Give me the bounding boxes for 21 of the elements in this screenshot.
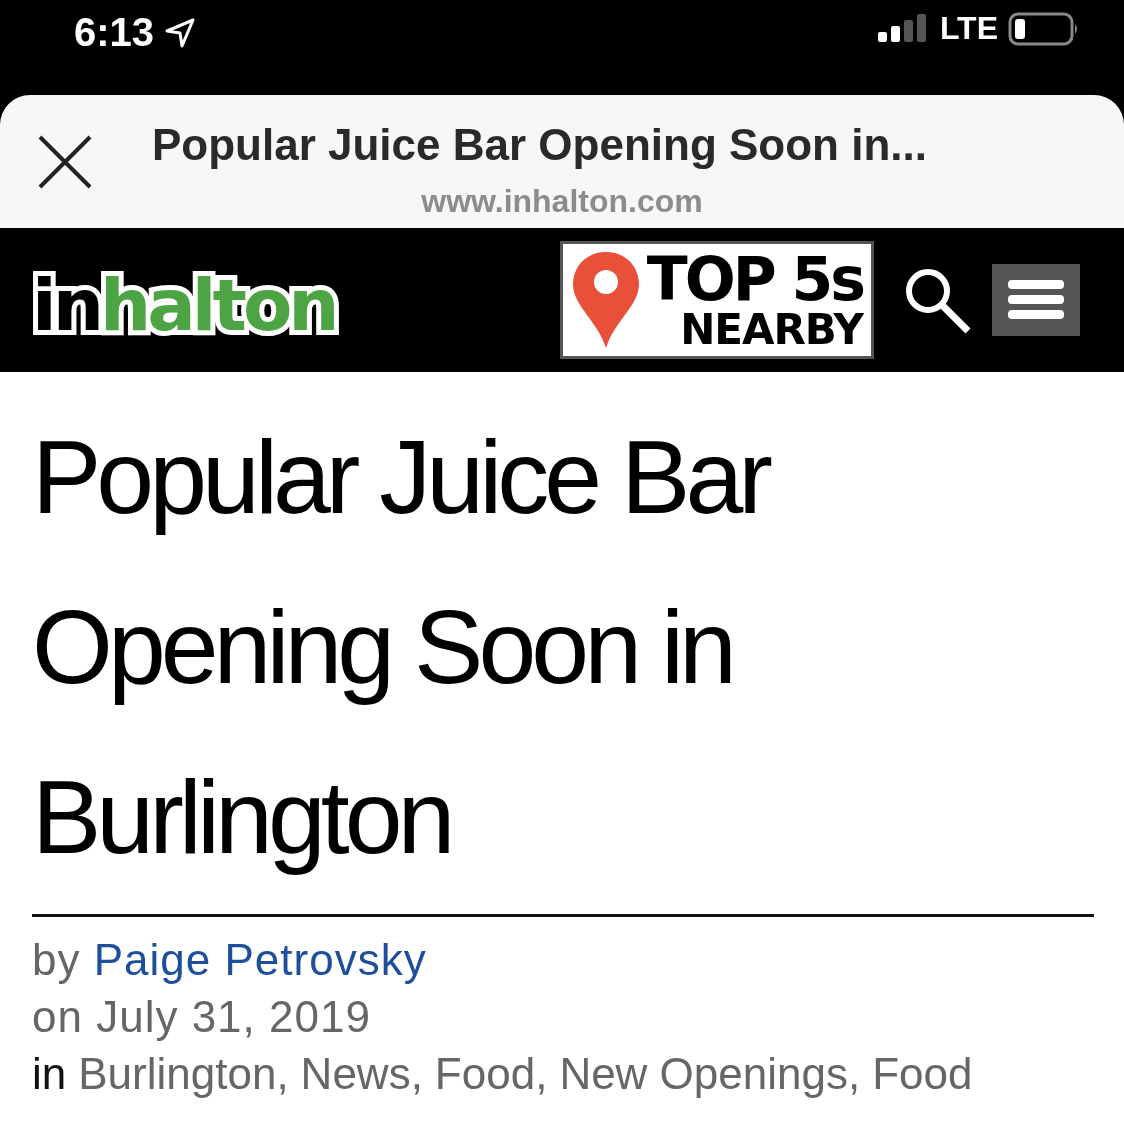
network-label: LTE (939, 10, 998, 47)
clock-time: 6:13 (74, 10, 155, 55)
author-link[interactable]: Paige Petrovsky (93, 935, 427, 984)
page-url: www.inhalton.com (421, 183, 703, 220)
location-arrow-icon (164, 16, 197, 49)
menu-icon (1006, 278, 1066, 322)
article-headline: Popular Juice Bar Opening Soon in Burlington (32, 418, 770, 877)
top-5s-nearby-banner[interactable]: TOP 5s NEARBY (559, 241, 874, 359)
battery-icon (1008, 11, 1080, 46)
category-link[interactable]: Food, (434, 1045, 548, 1102)
menu-button[interactable] (992, 264, 1080, 336)
category-link[interactable]: Burlington, (78, 1045, 289, 1102)
publish-date: on July 31, 2019 (32, 992, 371, 1041)
category-link[interactable]: New Openings, (559, 1045, 861, 1102)
site-logo[interactable]: inhalton (32, 259, 336, 341)
category-link[interactable]: News, (300, 1045, 423, 1102)
category-label: in (32, 1048, 67, 1100)
category-link[interactable]: Food (872, 1045, 973, 1102)
close-icon[interactable] (36, 133, 94, 191)
page-title: Popular Juice Bar Opening Soon in... (152, 119, 928, 171)
byline-label: by (32, 935, 81, 984)
